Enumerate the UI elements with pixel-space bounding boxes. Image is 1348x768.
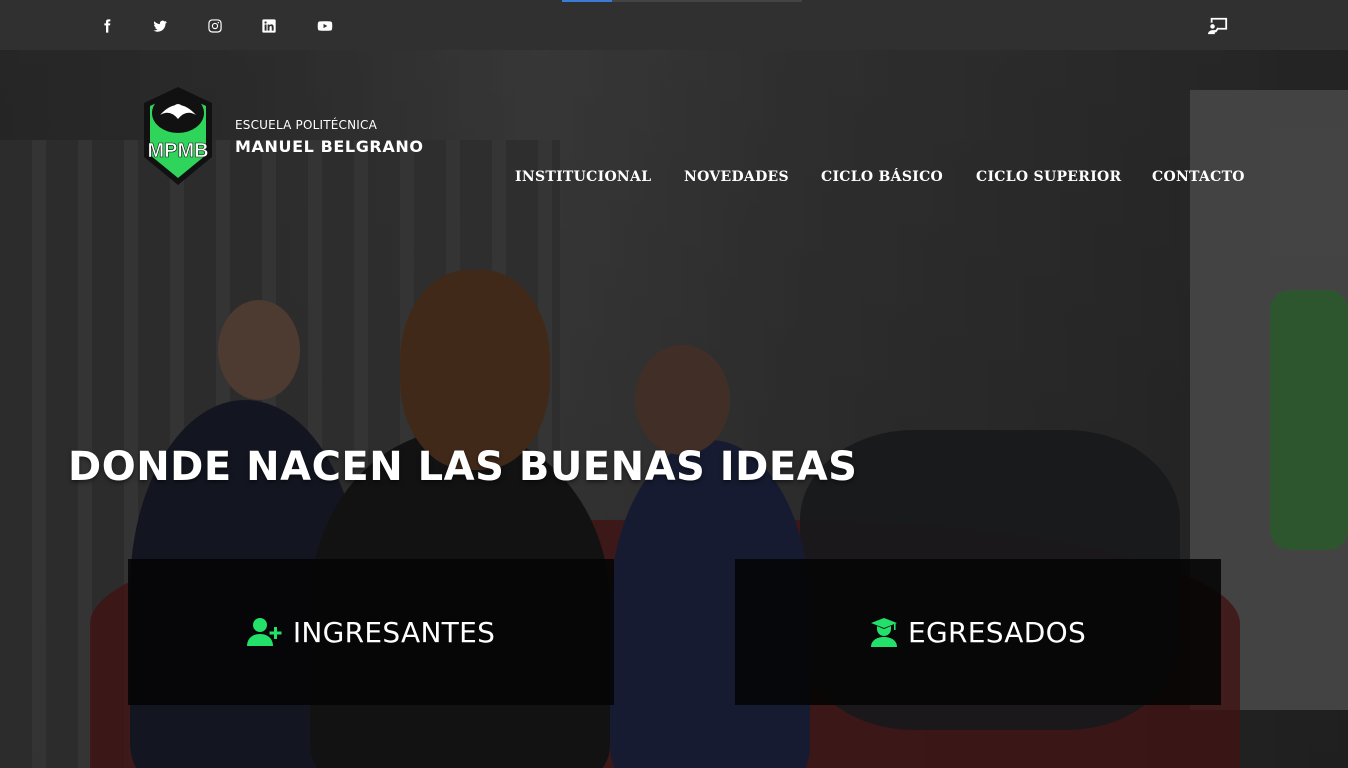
user-plus-icon	[246, 617, 283, 647]
egresados-label: EGRESADOS	[907, 615, 1087, 649]
scroll-indicator	[562, 0, 802, 2]
ingresantes-button[interactable]: INGRESANTES	[128, 559, 614, 705]
youtube-icon[interactable]	[315, 16, 335, 36]
ingresantes-label: INGRESANTES	[292, 615, 496, 649]
twitter-icon[interactable]	[150, 16, 170, 36]
graduate-icon	[870, 617, 898, 647]
nav-ciclo-superior[interactable]: CICLO SUPERIOR	[976, 169, 1121, 185]
scroll-thumb	[562, 0, 612, 2]
nav-institucional[interactable]: INSTITUCIONAL	[515, 169, 651, 185]
nav-contacto[interactable]: CONTACTO	[1152, 169, 1245, 185]
facebook-icon[interactable]	[97, 16, 117, 36]
brand-name: MANUEL BELGRANO	[235, 137, 424, 156]
instagram-icon[interactable]	[205, 16, 225, 36]
logo-monogram: MPMB	[147, 140, 208, 162]
nav-novedades[interactable]: NOVEDADES	[684, 169, 789, 185]
social-topbar	[0, 0, 1348, 50]
nav-ciclo-basico[interactable]: CICLO BÁSICO	[821, 169, 943, 185]
linkedin-icon[interactable]	[259, 16, 279, 36]
school-logo[interactable]: MPMB	[140, 85, 216, 187]
hero-title: DONDE NACEN LAS BUENAS IDEAS	[68, 444, 858, 490]
brand-subtitle: ESCUELA POLITÉCNICA	[235, 118, 378, 132]
login-icon[interactable]	[1207, 16, 1229, 36]
egresados-button[interactable]: EGRESADOS	[735, 559, 1221, 705]
